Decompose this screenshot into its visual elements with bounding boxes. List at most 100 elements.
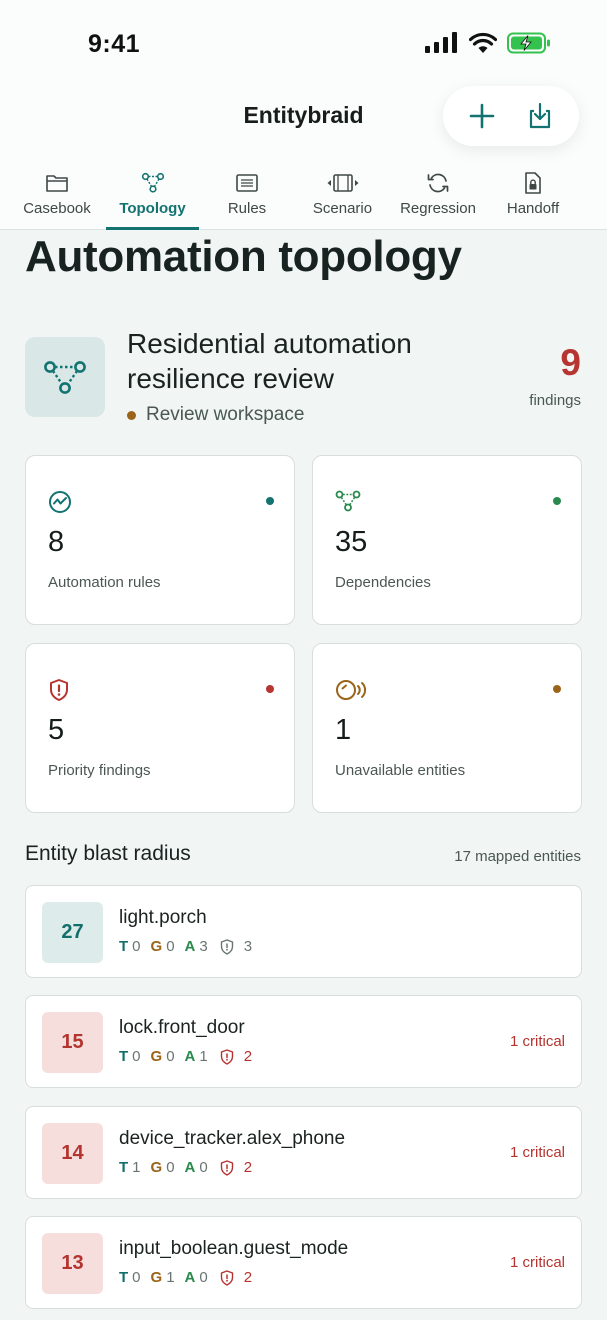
workspace-title: Residential automation resilience review <box>127 328 412 394</box>
metric-letter-t: T <box>119 938 129 955</box>
signal-off-icon <box>336 680 367 700</box>
finding-count: 3 <box>243 938 253 955</box>
status-dot <box>553 685 561 693</box>
metric-letter-t: T <box>119 1269 129 1286</box>
status-time: 9:41 <box>88 30 141 58</box>
download-icon <box>529 102 551 129</box>
metric-g-value: 1 <box>166 1269 175 1286</box>
findings-label: findings <box>529 392 581 409</box>
metric-letter-g: G <box>150 1159 163 1176</box>
stat-value: 1 <box>335 714 352 746</box>
refresh-icon <box>427 173 449 193</box>
top-bar: 9:41 Entitybraid Casebook Topology Rules… <box>0 0 607 230</box>
entity-row[interactable]: 14 device_tracker.alex_phone T1 G0 A0 2 … <box>25 1106 582 1199</box>
stat-card-dependencies[interactable]: 35 Dependencies <box>312 455 582 625</box>
tab-topology-label: Topology <box>119 200 186 217</box>
stat-value: 35 <box>335 526 368 558</box>
entity-row[interactable]: 15 lock.front_door T0 G0 A1 2 1 critical <box>25 995 582 1088</box>
tab-regression[interactable]: Regression <box>393 166 483 230</box>
impact-score: 14 <box>42 1123 103 1184</box>
section-title: Entity blast radius <box>25 842 191 865</box>
entity-row[interactable]: 13 input_boolean.guest_mode T0 G1 A0 2 1… <box>25 1216 582 1309</box>
tab-rules[interactable]: Rules <box>207 166 287 230</box>
metric-a-value: 1 <box>199 1048 208 1065</box>
metric-a-value: 3 <box>199 938 208 955</box>
metric-letter-g: G <box>150 1269 163 1286</box>
folder-icon <box>46 175 68 192</box>
import-button[interactable] <box>518 94 562 138</box>
tab-scenario[interactable]: Scenario <box>301 166 384 230</box>
metric-letter-a: A <box>184 1269 196 1286</box>
metric-letter-a: A <box>184 938 196 955</box>
topology-icon <box>44 361 86 394</box>
shield-alert-icon <box>220 1048 233 1065</box>
workspace-icon-tile <box>25 337 105 417</box>
list-icon <box>236 174 258 192</box>
entity-metrics: T0 G0 A1 2 <box>119 1048 262 1065</box>
metric-t-value: 1 <box>132 1159 141 1176</box>
entity-row[interactable]: 27 light.porch T0 G0 A3 3 <box>25 885 582 978</box>
stat-card-unavailable-entities[interactable]: 1 Unavailable entities <box>312 643 582 813</box>
stat-label: Priority findings <box>48 762 151 779</box>
impact-score: 13 <box>42 1233 103 1294</box>
plus-icon <box>469 103 495 129</box>
findings-count: 9 <box>560 342 581 383</box>
lock-document-icon <box>525 172 541 194</box>
status-dot <box>266 497 274 505</box>
metric-letter-a: A <box>184 1048 196 1065</box>
page-title: Automation topology <box>25 232 462 281</box>
tab-rules-label: Rules <box>227 200 267 217</box>
metric-letter-g: G <box>150 938 163 955</box>
critical-badge: 1 critical <box>509 1254 565 1271</box>
status-dot <box>127 410 136 420</box>
entity-id: device_tracker.alex_phone <box>119 1128 346 1149</box>
add-button[interactable] <box>460 94 504 138</box>
battery-charging-icon <box>507 32 550 54</box>
metric-letter-a: A <box>184 1159 196 1176</box>
film-icon <box>327 174 358 192</box>
header-actions <box>443 86 579 146</box>
status-dot <box>266 685 274 693</box>
critical-badge: 1 critical <box>509 1033 565 1050</box>
stat-label: Automation rules <box>48 574 161 591</box>
section-meta: 17 mapped entities <box>454 848 581 865</box>
finding-count: 2 <box>243 1159 253 1176</box>
finding-count: 2 <box>243 1269 253 1286</box>
tab-regression-label: Regression <box>400 200 476 217</box>
tab-scenario-label: Scenario <box>312 200 373 217</box>
entity-metrics: T1 G0 A0 2 <box>119 1159 262 1176</box>
entity-metrics: T0 G0 A3 3 <box>119 938 262 955</box>
tab-bar: Casebook Topology Rules Scenario Regress… <box>0 166 607 230</box>
tab-handoff-label: Handoff <box>506 200 560 217</box>
shield-alert-icon <box>220 938 233 955</box>
shield-alert-icon <box>220 1269 233 1286</box>
metric-g-value: 0 <box>166 938 175 955</box>
workspace-subtitle-text: Review workspace <box>146 404 305 425</box>
wifi-icon <box>469 32 497 53</box>
metric-letter-t: T <box>119 1159 129 1176</box>
topology-icon <box>335 490 361 512</box>
entity-metrics: T0 G1 A0 2 <box>119 1269 262 1286</box>
stat-value: 8 <box>48 526 65 558</box>
metric-t-value: 0 <box>132 938 141 955</box>
tab-handoff[interactable]: Handoff <box>497 166 569 230</box>
tab-casebook[interactable]: Casebook <box>12 166 102 230</box>
impact-score: 27 <box>42 902 103 963</box>
tab-topology[interactable]: Topology <box>106 166 199 230</box>
metric-g-value: 0 <box>166 1048 175 1065</box>
tab-casebook-label: Casebook <box>23 200 91 217</box>
metric-letter-g: G <box>150 1048 163 1065</box>
metric-a-value: 0 <box>199 1159 208 1176</box>
entity-id: light.porch <box>119 907 207 928</box>
shield-alert-icon <box>50 679 68 701</box>
topology-icon <box>141 172 164 193</box>
stat-card-automation-rules[interactable]: 8 Automation rules <box>25 455 295 625</box>
metric-a-value: 0 <box>199 1269 208 1286</box>
entity-id: input_boolean.guest_mode <box>119 1238 349 1259</box>
critical-badge: 1 critical <box>509 1144 565 1161</box>
stat-card-priority-findings[interactable]: 5 Priority findings <box>25 643 295 813</box>
entity-id: lock.front_door <box>119 1017 245 1038</box>
metric-t-value: 0 <box>132 1269 141 1286</box>
stat-label: Dependencies <box>335 574 431 591</box>
status-dot <box>553 497 561 505</box>
